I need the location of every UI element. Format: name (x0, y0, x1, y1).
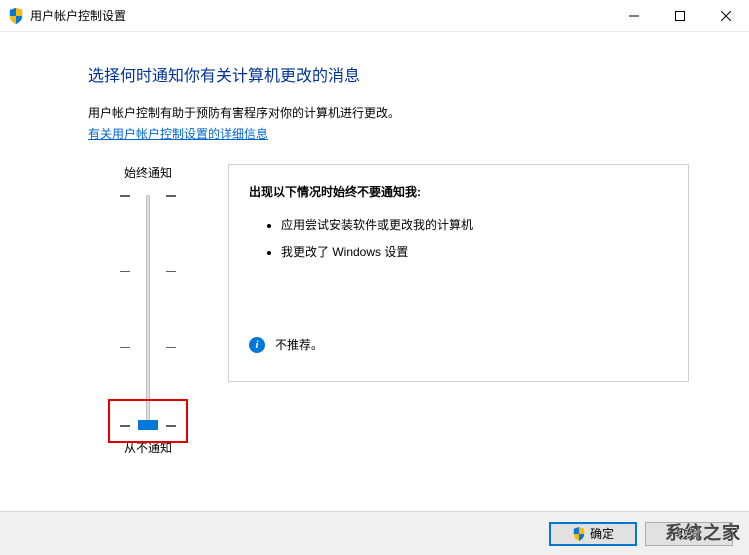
slider-tick (120, 347, 130, 349)
cancel-button[interactable]: 取消 (645, 522, 733, 546)
slider-tick (166, 271, 176, 273)
details-link[interactable]: 有关用户帐户控制设置的详细信息 (88, 127, 268, 141)
slider-tick (120, 195, 130, 197)
content-area: 选择何时通知你有关计算机更改的消息 用户帐户控制有助于预防有害程序对你的计算机进… (0, 32, 749, 456)
highlight-annotation (108, 399, 188, 443)
close-button[interactable] (703, 0, 749, 32)
slider-tick (120, 271, 130, 273)
uac-shield-icon (8, 8, 24, 24)
page-description: 用户帐户控制有助于预防有害程序对你的计算机进行更改。 (88, 104, 689, 121)
ok-button[interactable]: 确定 (549, 522, 637, 546)
slider-tick (166, 347, 176, 349)
info-list-item: 应用尝试安装软件或更改我的计算机 (281, 216, 668, 233)
info-list-item: 我更改了 Windows 设置 (281, 243, 668, 260)
notification-slider[interactable] (88, 195, 208, 425)
recommendation-text: 不推荐。 (275, 336, 323, 353)
info-title: 出现以下情况时始终不要通知我: (249, 183, 668, 200)
maximize-button[interactable] (657, 0, 703, 32)
window-title: 用户帐户控制设置 (30, 7, 611, 24)
cancel-button-label: 取消 (677, 525, 701, 542)
slider-top-label: 始终通知 (88, 164, 208, 181)
window-controls (611, 0, 749, 31)
minimize-button[interactable] (611, 0, 657, 32)
main-area: 始终通知 从不通知 出现以下情况时始终不要通知我: 应用尝试安装软件或更改我的计… (88, 164, 689, 456)
slider-track (146, 195, 150, 425)
slider-column: 始终通知 从不通知 (88, 164, 208, 456)
footer-bar: 确定 取消 (0, 511, 749, 555)
ok-button-label: 确定 (590, 525, 614, 542)
info-panel: 出现以下情况时始终不要通知我: 应用尝试安装软件或更改我的计算机 我更改了 Wi… (228, 164, 689, 382)
page-heading: 选择何时通知你有关计算机更改的消息 (88, 62, 689, 86)
titlebar: 用户帐户控制设置 (0, 0, 749, 32)
uac-shield-icon (572, 527, 586, 541)
info-icon: i (249, 337, 265, 353)
info-list: 应用尝试安装软件或更改我的计算机 我更改了 Windows 设置 (249, 216, 668, 260)
slider-tick (166, 195, 176, 197)
info-recommendation: i 不推荐。 (249, 336, 323, 353)
